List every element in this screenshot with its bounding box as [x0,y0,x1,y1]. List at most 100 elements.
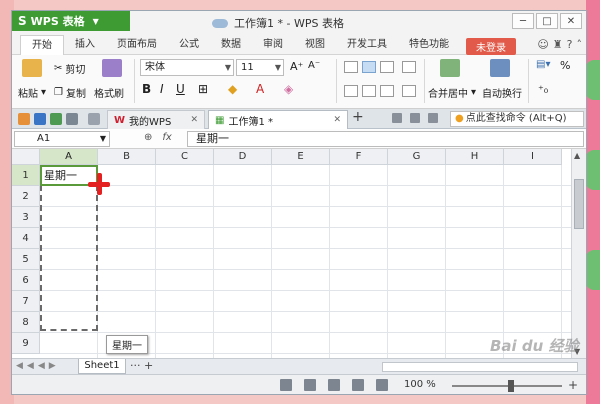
column-header-f[interactable]: F [330,149,388,165]
name-box[interactable]: A1 ▼ [14,131,110,147]
tab-data[interactable]: 数据 [210,35,252,55]
select-all-corner[interactable] [12,149,40,165]
normal-view-icon[interactable] [304,379,316,391]
column-header-a[interactable]: A [40,149,98,165]
tab-home[interactable]: 开始 [20,34,64,55]
copy-button[interactable]: ❐ 复制 [54,85,86,100]
percent-icon[interactable]: % [560,59,570,72]
increase-font-button[interactable]: A⁺ [290,60,303,73]
tool-icon[interactable] [410,113,420,123]
column-header-e[interactable]: E [272,149,330,165]
italic-button[interactable]: I [160,82,164,96]
close-icon[interactable]: ✕ [190,115,198,125]
chevron-up-icon[interactable]: ˄ [577,38,583,51]
merge-center-button[interactable]: 合并居中 ▾ [428,85,476,100]
sheet-grid[interactable]: ABCDEFGHI 123456789 星期一 星期一 [12,149,571,358]
history-icon[interactable] [280,379,292,391]
app-menu-button[interactable]: S WPS 表格 ▼ [12,11,130,31]
column-header-g[interactable]: G [388,149,446,165]
more-icon[interactable] [88,113,100,125]
align-bottom-icon[interactable] [380,61,394,73]
bold-button[interactable]: B [142,82,151,96]
row-header-5[interactable]: 5 [12,249,40,270]
tool-icon[interactable] [392,113,402,123]
align-center-icon[interactable] [362,85,376,97]
add-sheet-button[interactable]: ··· + [130,359,153,372]
save-icon[interactable] [34,113,46,125]
number-format-icon[interactable]: ▤▾ [536,59,550,70]
fx-icon[interactable]: fx [162,132,171,143]
smile-icon[interactable]: ☺ [537,38,548,51]
column-header-i[interactable]: I [504,149,562,165]
reading-view-icon[interactable] [376,379,388,391]
page-layout-view-icon[interactable] [328,379,340,391]
column-header-d[interactable]: D [214,149,272,165]
print-icon[interactable] [66,113,78,125]
underline-button[interactable]: U [176,82,185,96]
login-button[interactable]: 未登录 [466,38,516,55]
brush-icon[interactable] [102,59,122,77]
font-size-select[interactable]: 11 ▼ [236,59,284,76]
row-header-8[interactable]: 8 [12,312,40,333]
column-header-b[interactable]: B [98,149,156,165]
auto-wrap-button[interactable]: 自动换行 [482,85,522,100]
sheet-tab[interactable]: Sheet1 [78,359,126,374]
decimal-icon[interactable]: ⁺₀ [538,83,548,96]
maximize-button[interactable]: □ [536,13,558,29]
align-left-icon[interactable] [344,85,358,97]
cut-button[interactable]: ✂ 剪切 [54,61,85,76]
page-break-view-icon[interactable] [352,379,364,391]
scroll-up-icon[interactable]: ▲ [574,151,580,160]
vertical-scrollbar[interactable]: ▲ ▼ [571,149,586,358]
zoom-icon[interactable]: ⊕ [144,132,152,143]
format-painter-button[interactable]: 格式刷 [94,85,124,100]
tab-workbook[interactable]: ▦ 工作簿1 * ✕ [208,110,348,129]
zoom-slider-knob[interactable] [508,380,514,392]
tab-my-wps[interactable]: W 我的WPS ✕ [107,110,205,129]
align-right-icon[interactable] [380,85,394,97]
zoom-slider[interactable] [452,380,562,392]
scroll-thumb[interactable] [574,179,584,229]
command-search[interactable]: ● 点此查找命令 (Alt+Q) [450,111,584,127]
horizontal-scrollbar[interactable] [382,362,578,372]
row-header-2[interactable]: 2 [12,186,40,207]
close-icon[interactable]: ✕ [333,115,341,125]
shirt-icon[interactable]: ♜ [553,38,563,51]
decrease-font-button[interactable]: A⁻ [308,60,320,71]
font-name-select[interactable]: 宋体 ▼ [140,59,234,76]
row-header-7[interactable]: 7 [12,291,40,312]
sheet-nav-arrows[interactable]: ◀◀◀▶ [16,361,60,371]
tool-icon[interactable] [428,113,438,123]
tab-review[interactable]: 审阅 [252,35,294,55]
clear-format-icon[interactable]: ◈ [284,82,293,96]
fill-color-icon[interactable]: ◆ [228,82,237,96]
tab-formulas[interactable]: 公式 [168,35,210,55]
row-header-4[interactable]: 4 [12,228,40,249]
new-tab-button[interactable]: + [352,109,364,125]
tab-developer[interactable]: 开发工具 [336,35,398,55]
align-middle-icon[interactable] [362,61,376,73]
tab-page-layout[interactable]: 页面布局 [106,35,168,55]
formula-input[interactable]: 星期一 [187,131,584,147]
column-header-h[interactable]: H [446,149,504,165]
close-button[interactable]: ✕ [560,13,582,29]
row-header-3[interactable]: 3 [12,207,40,228]
paste-icon[interactable] [22,59,42,77]
justify-icon[interactable] [402,85,416,97]
indent-icon[interactable] [402,61,416,73]
wrap-text-icon[interactable] [490,59,510,77]
border-icon[interactable]: ⊞ [198,82,208,96]
help-icon[interactable]: ? [567,38,573,51]
minimize-button[interactable]: ─ [512,13,534,29]
tab-features[interactable]: 特色功能 [398,35,460,55]
open-icon[interactable] [18,113,30,125]
column-header-c[interactable]: C [156,149,214,165]
row-header-6[interactable]: 6 [12,270,40,291]
row-header-1[interactable]: 1 [12,165,40,186]
paste-button[interactable]: 粘贴 ▾ [18,85,46,100]
export-icon[interactable] [50,113,62,125]
merge-center-icon[interactable] [440,59,460,77]
row-header-9[interactable]: 9 [12,333,40,354]
font-color-icon[interactable]: A [256,82,264,96]
zoom-in-button[interactable]: + [568,378,578,392]
